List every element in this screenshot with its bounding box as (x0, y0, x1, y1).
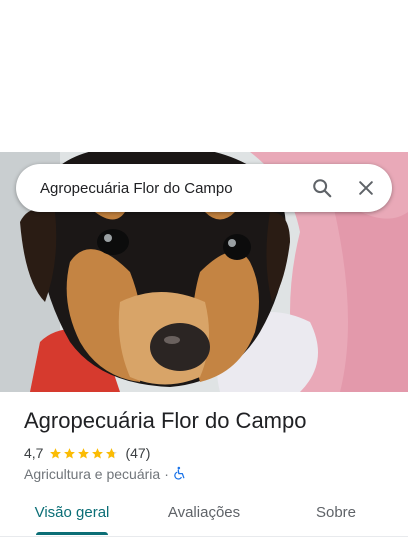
rating-row[interactable]: 4,7 (47) (24, 444, 150, 462)
category-label: Agricultura e pecuária (24, 466, 161, 482)
review-count[interactable]: (47) (125, 445, 150, 461)
close-icon[interactable] (344, 166, 388, 210)
wheelchair-accessible-icon (173, 466, 187, 483)
tab-reviews[interactable]: Avaliações (150, 494, 258, 534)
star-icon (64, 447, 76, 458)
active-tab-indicator (36, 532, 108, 535)
star-icon (92, 447, 104, 458)
star-icon (78, 447, 90, 458)
place-title: Agropecuária Flor do Campo (24, 408, 307, 433)
star-half-icon (106, 447, 118, 458)
separator-dot: · (164, 466, 169, 482)
rating-value: 4,7 (24, 445, 44, 461)
place-tabs: Visão geral Avaliações Sobre (0, 494, 408, 537)
star-icon (50, 447, 62, 458)
search-query-text[interactable]: Agropecuária Flor do Campo (40, 180, 300, 197)
tab-about[interactable]: Sobre (296, 494, 376, 534)
category-row: Agricultura e pecuária · (24, 465, 187, 483)
rating-stars (49, 447, 119, 460)
tab-overview[interactable]: Visão geral (24, 494, 120, 534)
search-bar[interactable]: Agropecuária Flor do Campo (16, 164, 392, 212)
search-icon[interactable] (300, 166, 344, 210)
map-blank-area (0, 0, 408, 152)
